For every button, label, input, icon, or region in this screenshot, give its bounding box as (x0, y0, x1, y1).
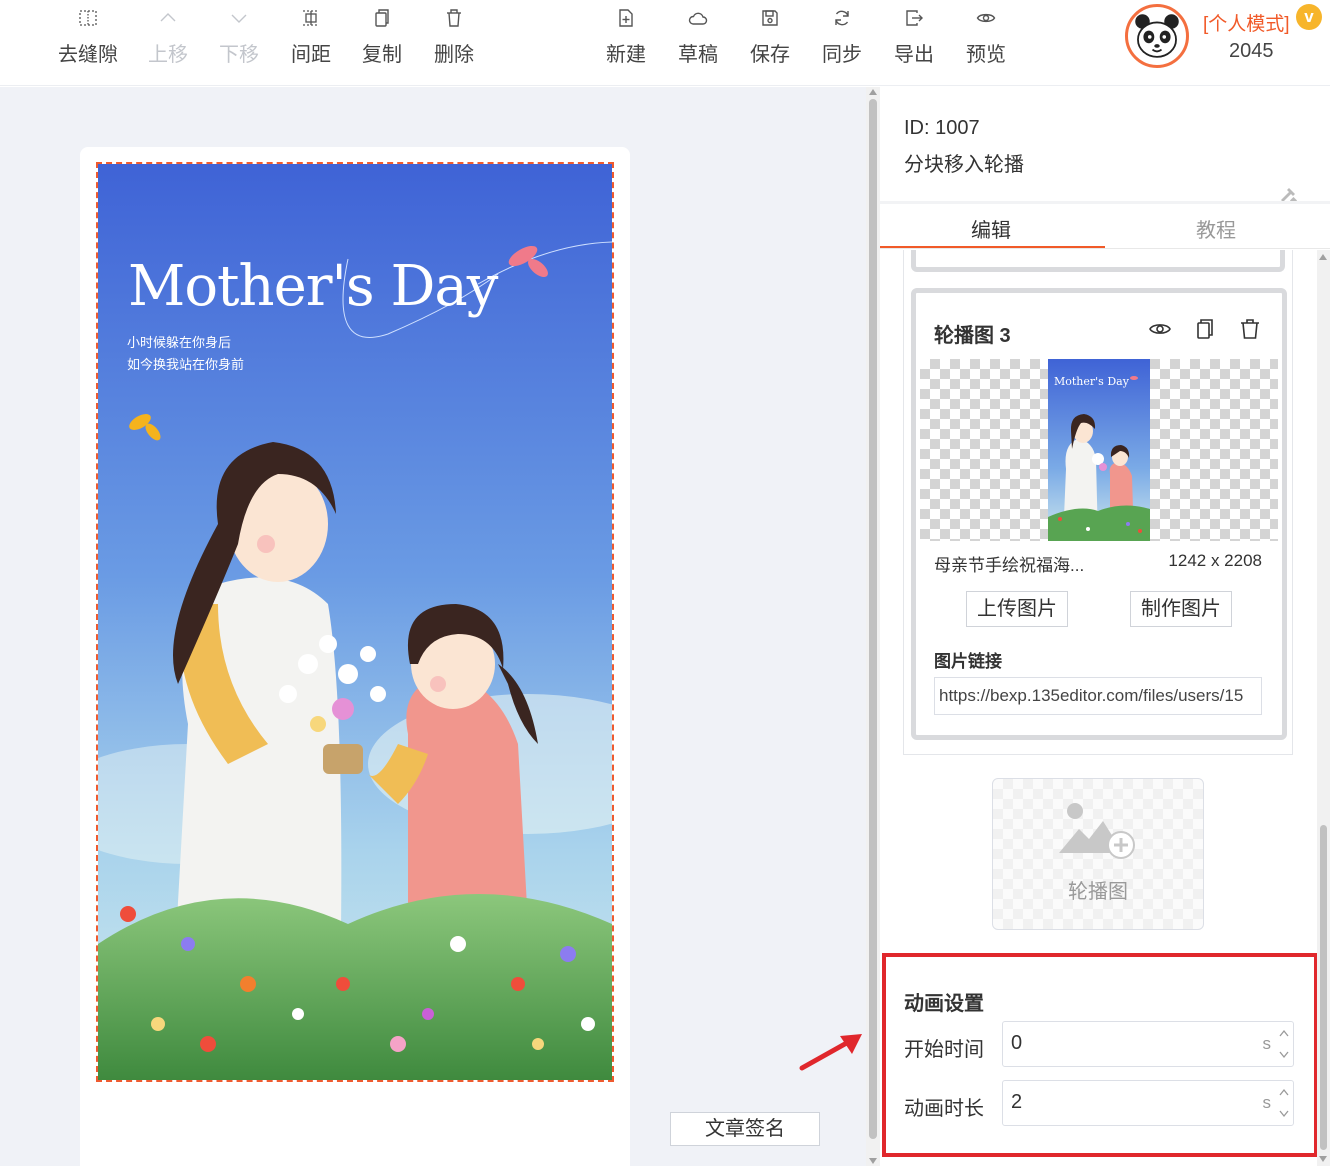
preview-button[interactable]: 预览 (950, 6, 1022, 66)
image-dimensions: 1242 x 2208 (1168, 551, 1262, 570)
copy-icon (372, 8, 392, 28)
animation-settings-title: 动画设置 (904, 993, 984, 1015)
export-label: 导出 (894, 44, 934, 66)
trash-icon[interactable] (1238, 317, 1262, 341)
template-name: 分块移入轮播 (904, 154, 1024, 176)
tab-tutorial[interactable]: 教程 (1196, 214, 1236, 243)
eye-icon[interactable] (1148, 317, 1172, 341)
poster-subtitle-line2: 如今换我站在你身前 (127, 358, 245, 373)
move-down-label: 下移 (219, 44, 259, 66)
spacing-label: 间距 (291, 44, 331, 66)
make-image-button[interactable]: 制作图片 (1130, 591, 1232, 627)
editor-canvas: Mother's Day 小时候躲在你身后 如今换我站在你身前 文章签名 (0, 87, 866, 1166)
poster-subtitle-line1: 小时候躲在你身后 (127, 336, 232, 351)
panel-scrollbar[interactable] (1317, 250, 1330, 1166)
new-label: 新建 (606, 44, 646, 66)
duration-input[interactable]: 2 s (1002, 1080, 1294, 1126)
image-link-input[interactable]: https://bexp.135editor.com/files/users/1… (934, 677, 1262, 715)
copy-label: 复制 (362, 44, 402, 66)
save-label: 保存 (750, 44, 790, 66)
active-tab-indicator (880, 246, 1105, 248)
chevron-down-icon[interactable] (1277, 1103, 1291, 1123)
animation-settings-section: 动画设置 开始时间 0 s 动画时长 2 s (882, 953, 1318, 1157)
panel-scroll-down-arrow[interactable] (1319, 1156, 1327, 1162)
upload-image-button[interactable]: 上传图片 (966, 591, 1068, 627)
remove-gap-button[interactable]: 去缝隙 (52, 6, 124, 66)
eye-icon (976, 8, 996, 28)
copy-icon[interactable] (1193, 317, 1217, 341)
add-image-icon (1057, 801, 1137, 861)
move-up-button[interactable]: 上移 (132, 6, 204, 66)
duration-unit: s (1262, 1093, 1272, 1112)
move-up-label: 上移 (148, 44, 188, 66)
scroll-down-arrow[interactable] (869, 1158, 877, 1164)
move-down-icon (229, 8, 249, 28)
start-time-unit: s (1262, 1034, 1272, 1053)
template-id: ID: 1007 (904, 117, 980, 139)
slide-image-preview[interactable]: Mother's Day (920, 359, 1278, 541)
image-file-name: 母亲节手绘祝福海... (934, 556, 1085, 575)
annotation-arrow-icon (796, 1030, 866, 1074)
canvas-scrollbar[interactable] (866, 87, 880, 1166)
scroll-up-arrow[interactable] (869, 89, 877, 95)
save-button[interactable]: 保存 (734, 6, 806, 66)
move-down-button[interactable]: 下移 (203, 6, 275, 66)
user-count: 2045 (1229, 40, 1274, 62)
move-up-icon (158, 8, 178, 28)
start-time-label: 开始时间 (904, 1039, 984, 1061)
carousel-items-list: 轮播图 3 Mother's Day 母亲节手绘祝福海... 1242 x 22… (903, 250, 1293, 755)
panda-avatar[interactable] (1125, 4, 1189, 68)
spacing-icon (301, 8, 321, 28)
duration-value: 2 (1011, 1091, 1023, 1113)
export-icon (904, 8, 924, 28)
delete-label: 删除 (434, 44, 474, 66)
chevron-up-icon[interactable] (1277, 1083, 1291, 1103)
image-link-label: 图片链接 (934, 652, 1002, 671)
sync-label: 同步 (822, 44, 862, 66)
copy-button[interactable]: 复制 (346, 6, 418, 66)
slide-card: 轮播图 3 Mother's Day 母亲节手绘祝福海... 1242 x 22… (911, 288, 1287, 740)
canvas-scroll-thumb[interactable] (869, 99, 877, 1139)
new-button[interactable]: 新建 (590, 6, 662, 66)
top-toolbar: 去缝隙 上移 下移 间距 复制 删除 新建 草稿 保存 同步 导出 预览 [个人… (0, 0, 1330, 86)
tab-edit[interactable]: 编辑 (971, 214, 1011, 243)
export-button[interactable]: 导出 (878, 6, 950, 66)
article-signature-button[interactable]: 文章签名 (670, 1112, 820, 1146)
panel-scroll-up-arrow[interactable] (1319, 254, 1327, 260)
previous-slide-card (911, 250, 1285, 272)
remove-gap-label: 去缝隙 (58, 44, 118, 66)
new-document-icon (616, 8, 636, 28)
remove-gap-icon (78, 8, 98, 28)
draft-label: 草稿 (678, 44, 718, 66)
chevron-up-icon[interactable] (1277, 1024, 1291, 1044)
add-carousel-slide-button[interactable]: 轮播图 (992, 778, 1204, 930)
selected-carousel-block[interactable]: Mother's Day 小时候躲在你身后 如今换我站在你身前 (96, 162, 614, 1082)
properties-panel: ID: 1007 分块移入轮播 编辑 教程 轮播图 3 Mother's Day… (880, 87, 1330, 1166)
sync-button[interactable]: 同步 (806, 6, 878, 66)
add-slide-label: 轮播图 (1068, 881, 1128, 903)
vip-badge: v (1296, 4, 1322, 30)
slide-thumbnail: Mother's Day (1048, 359, 1150, 541)
delete-icon (444, 8, 464, 28)
start-time-value: 0 (1011, 1032, 1023, 1054)
start-time-input[interactable]: 0 s (1002, 1021, 1294, 1067)
user-info: [个人模式] v 2045 (1125, 4, 1325, 70)
cloud-icon (688, 8, 708, 28)
thumbnail-title: Mother's Day (1054, 375, 1129, 388)
chevron-down-icon[interactable] (1277, 1044, 1291, 1064)
duration-label: 动画时长 (904, 1098, 984, 1120)
sync-icon (832, 8, 852, 28)
panel-scroll-thumb[interactable] (1320, 825, 1327, 1150)
slide-title: 轮播图 3 (934, 325, 1011, 347)
article-paper: Mother's Day 小时候躲在你身后 如今换我站在你身前 (80, 147, 630, 1166)
poster-image: Mother's Day 小时候躲在你身后 如今换我站在你身前 (98, 164, 612, 1080)
draft-button[interactable]: 草稿 (662, 6, 734, 66)
spacing-button[interactable]: 间距 (275, 6, 347, 66)
personal-mode-link[interactable]: [个人模式] (1203, 9, 1290, 36)
poster-title: Mother's Day (128, 254, 498, 319)
panel-tabs: 编辑 教程 (880, 202, 1330, 249)
save-icon (760, 8, 780, 28)
preview-label: 预览 (966, 44, 1006, 66)
delete-button[interactable]: 删除 (418, 6, 490, 66)
